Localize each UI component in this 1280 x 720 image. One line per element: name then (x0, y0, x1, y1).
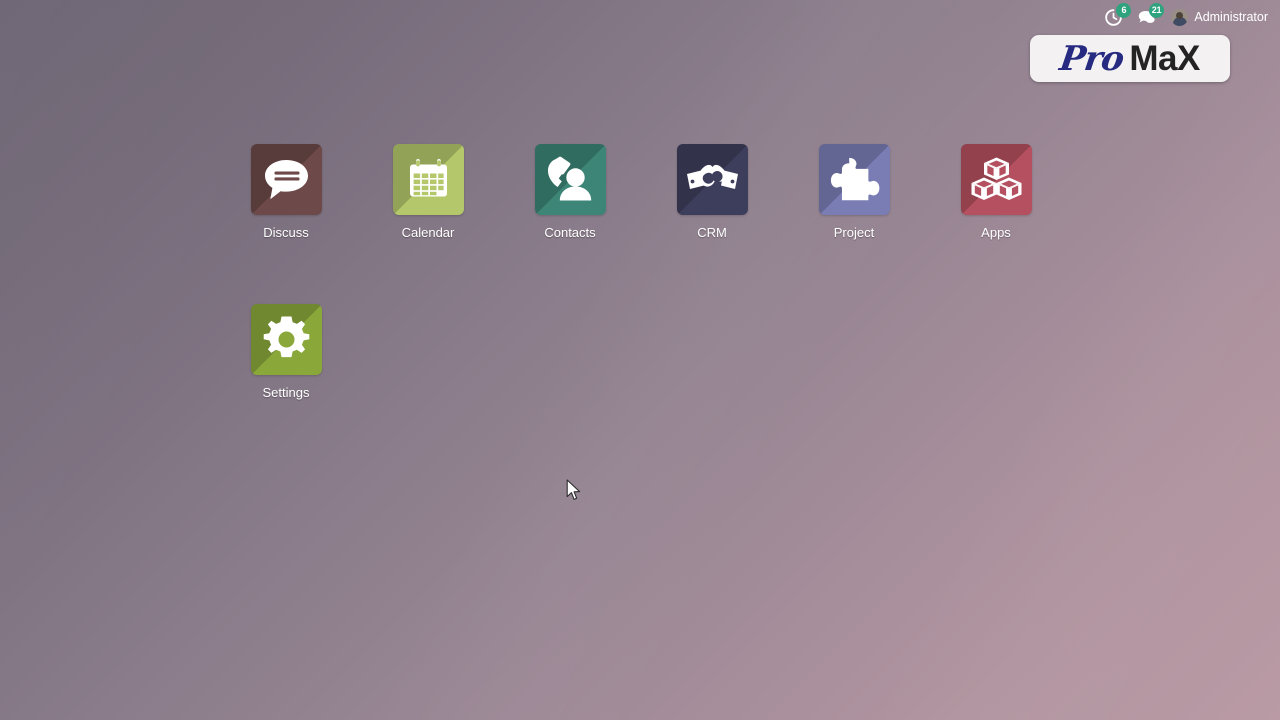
app-label-discuss: Discuss (263, 225, 309, 240)
app-launcher-grid: Discuss Calendar Contacts CRM Project Ap… (250, 144, 1070, 400)
app-label-project: Project (833, 225, 875, 240)
clock-activity-icon: 6 (1103, 2, 1132, 28)
app-tile-crm[interactable] (676, 144, 748, 215)
app-item-discuss[interactable]: Discuss (250, 144, 322, 240)
promax-logo: Pro MaX (1030, 35, 1230, 82)
app-tile-apps[interactable] (960, 144, 1032, 215)
app-item-contacts[interactable]: Contacts (534, 144, 606, 240)
app-item-settings[interactable]: Settings (250, 304, 322, 400)
app-label-crm: CRM (697, 225, 727, 240)
logo-text-pro: Pro (1057, 38, 1127, 79)
user-menu-button[interactable]: Administrator (1163, 8, 1272, 26)
speech-bubble-icon (264, 160, 308, 200)
mouse-cursor (566, 479, 582, 502)
app-label-settings: Settings (262, 385, 310, 400)
user-name-label: Administrator (1194, 10, 1268, 24)
app-tile-calendar[interactable] (392, 144, 464, 215)
app-tile-settings[interactable] (250, 304, 322, 375)
calendar-icon (409, 159, 447, 197)
phone-person-icon (547, 156, 591, 201)
chat-bubble-icon: 21 (1136, 2, 1165, 28)
messages-badge-count: 21 (1148, 2, 1165, 18)
handshake-icon (686, 164, 738, 189)
avatar (1171, 8, 1189, 26)
gear-icon (263, 316, 309, 358)
app-label-apps: Apps (981, 225, 1011, 240)
app-label-calendar: Calendar (401, 225, 455, 240)
app-item-crm[interactable]: CRM (676, 144, 748, 240)
app-item-apps[interactable]: Apps (960, 144, 1032, 240)
cubes-icon (971, 157, 1021, 200)
app-tile-discuss[interactable] (250, 144, 322, 215)
app-item-calendar[interactable]: Calendar (392, 144, 464, 240)
app-tile-project[interactable] (818, 144, 890, 215)
activity-badge-count: 6 (1116, 2, 1132, 18)
app-tile-contacts[interactable] (534, 144, 606, 215)
system-topbar: 6 21 Administrator (0, 0, 1280, 34)
app-label-contacts: Contacts (544, 225, 596, 240)
puzzle-piece-icon (830, 157, 879, 201)
logo-text-max: MaX (1129, 39, 1200, 78)
activity-menu-button[interactable]: 6 (1097, 2, 1132, 30)
app-item-project[interactable]: Project (818, 144, 890, 240)
messages-menu-button[interactable]: 21 (1130, 2, 1165, 30)
